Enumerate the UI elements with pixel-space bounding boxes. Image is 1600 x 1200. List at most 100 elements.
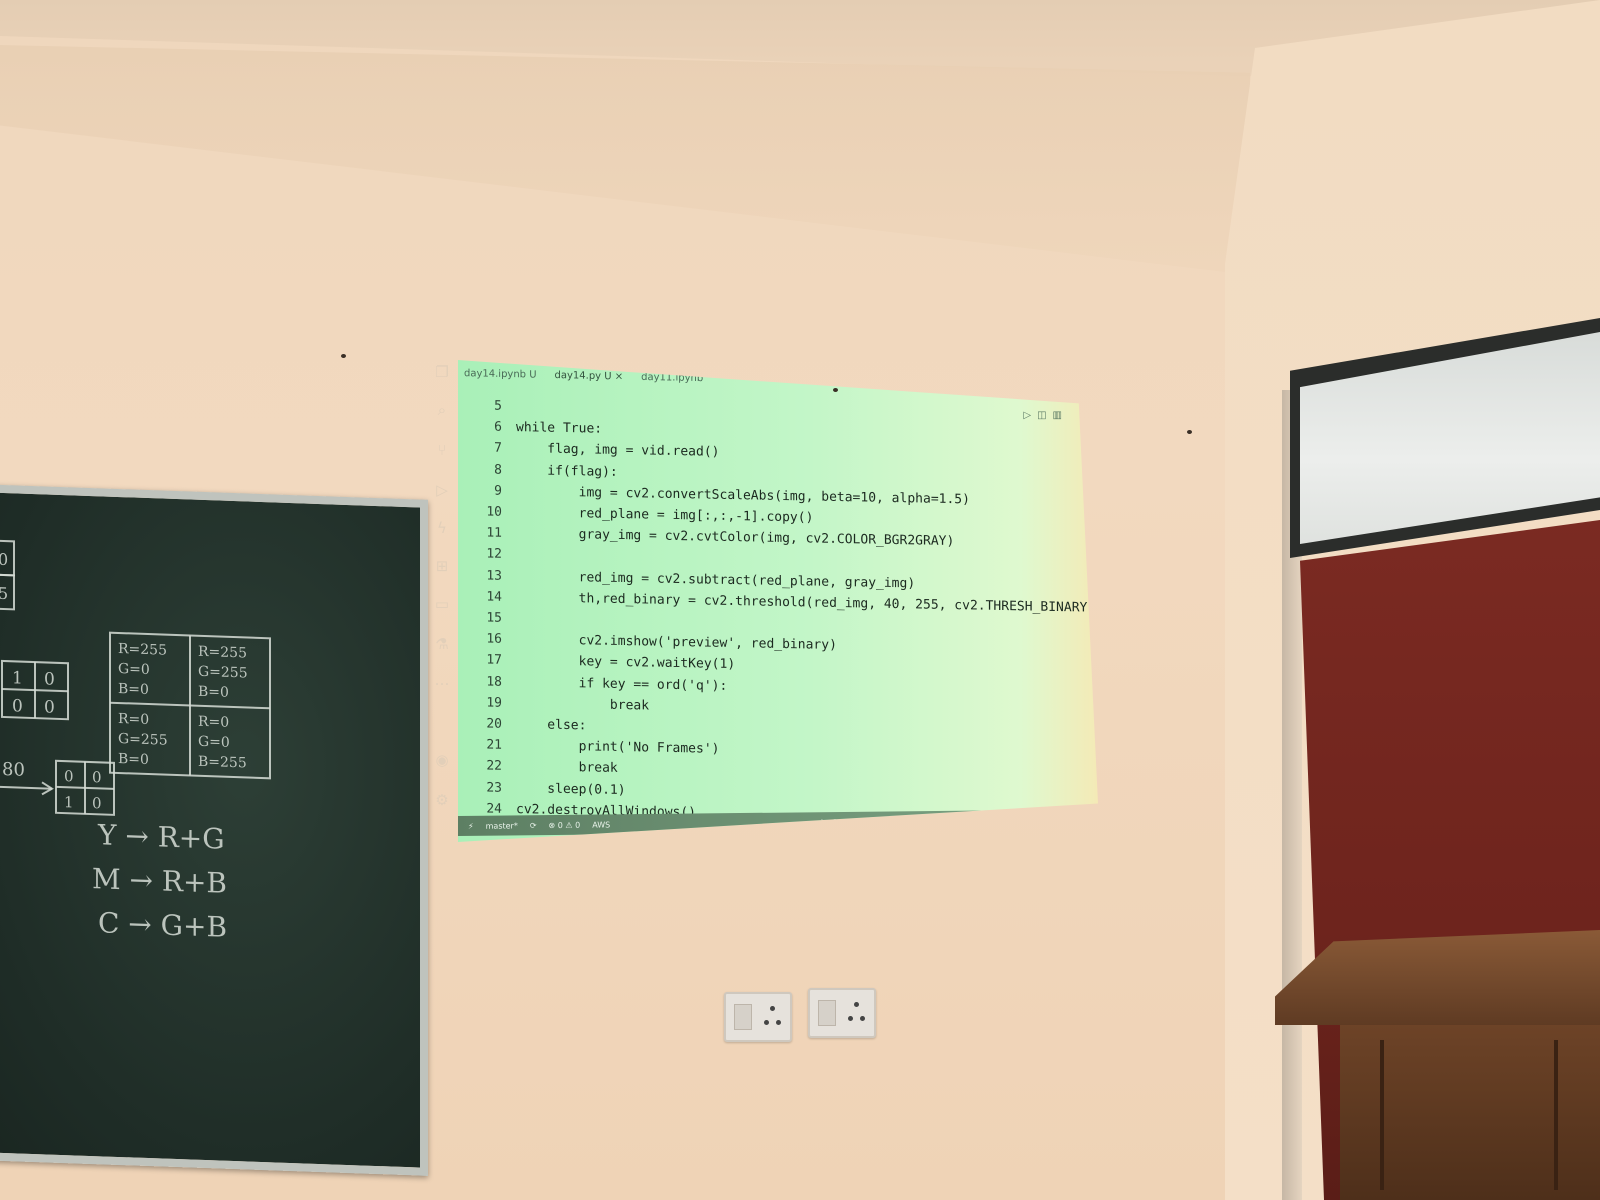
socket-hole <box>860 1016 865 1021</box>
line-number: 19 <box>486 695 502 711</box>
account-icon[interactable]: ◉ <box>434 752 450 768</box>
code-text: if key == ord('q'): <box>516 674 728 694</box>
remote-explorer-icon[interactable]: ▭ <box>434 596 450 612</box>
activity-bar: ❐ ⌕ ⑂ ▷ ϟ ⊞ ▭ ⚗ … ◉ ⚙ <box>428 360 458 830</box>
line-number: 5 <box>494 398 502 414</box>
remote-icon[interactable]: ϟ <box>434 520 450 536</box>
grid-cell: R=255 <box>118 641 167 659</box>
tab-day14-py[interactable]: day14.py U × <box>555 362 624 393</box>
line-number: 18 <box>486 674 502 690</box>
matrix-a-cell: 0 <box>44 669 55 689</box>
line-number: 10 <box>486 504 502 520</box>
matrix-a-cell: 1 <box>12 668 23 688</box>
line-number: 6 <box>494 419 502 435</box>
explorer-icon[interactable]: ❐ <box>434 364 450 380</box>
problems-indicator[interactable]: ⊗ 0 ⚠ 0 <box>549 820 581 829</box>
matrix-a-cell: 0 <box>44 697 55 717</box>
socket-hole <box>764 1020 769 1025</box>
grid-cell: B=0 <box>198 684 229 701</box>
grid-cell: B=0 <box>118 681 149 698</box>
chalkboard: 0 5 R=255 R=255 G=0 G=255 B=0 B=0 R=0 R=… <box>0 484 428 1176</box>
edge-cell: 5 <box>0 584 8 603</box>
testing-icon[interactable]: ⚗ <box>434 636 450 652</box>
grid-cell: R=0 <box>198 714 229 731</box>
line-number: 20 <box>486 716 502 732</box>
code-text: flag, img = vid.read() <box>516 441 720 461</box>
socket-hole <box>770 1006 775 1011</box>
socket-hole <box>848 1016 853 1021</box>
switch-plate <box>818 1000 836 1026</box>
code-text: if(flag): <box>516 462 618 480</box>
more-icon[interactable]: … <box>434 672 450 688</box>
end-of-line[interactable]: LF <box>966 816 975 825</box>
line-number: 12 <box>486 546 502 563</box>
line-number: 13 <box>486 568 502 584</box>
run-debug-icon[interactable]: ▷ <box>434 482 450 498</box>
remote-indicator-icon[interactable]: ⚡ <box>468 821 474 830</box>
code-text: sleep(0.1) <box>516 780 626 798</box>
line-number: 15 <box>486 610 502 626</box>
code-editor[interactable]: 5 6 while True: 7 flag, img = vid.read() 8 i… <box>458 390 1098 822</box>
line-number: 16 <box>486 631 502 647</box>
code-text: print('No Frames') <box>516 738 720 757</box>
search-icon[interactable]: ⌕ <box>434 402 450 418</box>
line-number: 8 <box>494 462 502 478</box>
gear-icon[interactable]: ⚙ <box>434 792 450 808</box>
code-text: key = cv2.waitKey(1) <box>516 653 736 673</box>
wall-mark <box>1187 430 1192 434</box>
grid-cell: R=0 <box>118 711 149 728</box>
line-number: 23 <box>486 780 502 796</box>
sync-icon[interactable]: ⟳ <box>530 821 537 830</box>
socket-hole <box>776 1020 781 1025</box>
code-text: break <box>516 759 618 777</box>
equation-y: Y → R+G <box>97 818 225 855</box>
encoding[interactable]: UTF-8 <box>932 816 955 825</box>
podium-shelf <box>1380 1040 1558 1190</box>
grid-cell: B=0 <box>118 751 149 768</box>
interpreter-version[interactable]: 3.10.7 64-bit <box>1023 815 1075 825</box>
source-control-icon[interactable]: ⑂ <box>434 442 450 458</box>
line-number: 14 <box>486 589 502 605</box>
wall-mark <box>341 354 346 358</box>
arrow-label: 80 <box>2 759 25 781</box>
code-text: break <box>516 695 650 714</box>
wall-socket <box>808 988 876 1038</box>
grid-cell: G=255 <box>198 664 248 682</box>
indentation[interactable]: Spaces: 4 <box>884 817 923 826</box>
tab-day14-ipynb[interactable]: day14.ipynb U <box>464 360 537 392</box>
branch-indicator[interactable]: master* <box>486 821 518 830</box>
projected-editor: day14.ipynb U day14.py U × day11.ipynb ▷… <box>458 360 1098 842</box>
ceiling-beam <box>0 45 1250 275</box>
line-number: 9 <box>494 483 502 499</box>
extensions-icon[interactable]: ⊞ <box>434 558 450 574</box>
grid-cell: G=0 <box>198 734 230 751</box>
matrix-divider <box>2 687 68 693</box>
socket-hole <box>854 1002 859 1007</box>
chalk-drawing: 0 5 R=255 R=255 G=0 G=255 B=0 B=0 R=0 R=… <box>0 539 271 944</box>
wall-socket <box>724 992 792 1042</box>
line-number: 22 <box>486 758 502 775</box>
code-text: else: <box>516 717 587 734</box>
matrix-b-cell: 1 <box>64 793 74 811</box>
arrow-shaft <box>0 785 52 790</box>
grid-cell: R=255 <box>198 644 247 662</box>
line-number: 11 <box>486 525 502 541</box>
wall-mark <box>833 388 838 392</box>
equation-m: M → R+B <box>92 862 227 900</box>
tab-day11-ipynb[interactable]: day11.ipynb <box>641 364 703 395</box>
matrix-divider <box>56 785 114 790</box>
line-number: 21 <box>486 737 502 753</box>
cursor-position[interactable]: Ln 25, Col 10 <box>821 817 874 827</box>
code-text: while True: <box>516 420 603 437</box>
matrix-b-cell: 0 <box>92 768 102 786</box>
grid-cell: B=255 <box>198 754 247 772</box>
matrix-b-cell: 0 <box>92 794 102 812</box>
aws-indicator[interactable]: AWS <box>592 820 610 829</box>
line-number: 24 <box>486 801 502 817</box>
equation-c: C → G+B <box>98 906 227 943</box>
language-mode[interactable]: Python <box>985 816 1013 825</box>
switch-plate <box>734 1004 752 1030</box>
matrix-a-cell: 0 <box>12 696 23 716</box>
matrix-b-cell: 0 <box>64 767 74 785</box>
edge-cell: 0 <box>0 550 8 569</box>
